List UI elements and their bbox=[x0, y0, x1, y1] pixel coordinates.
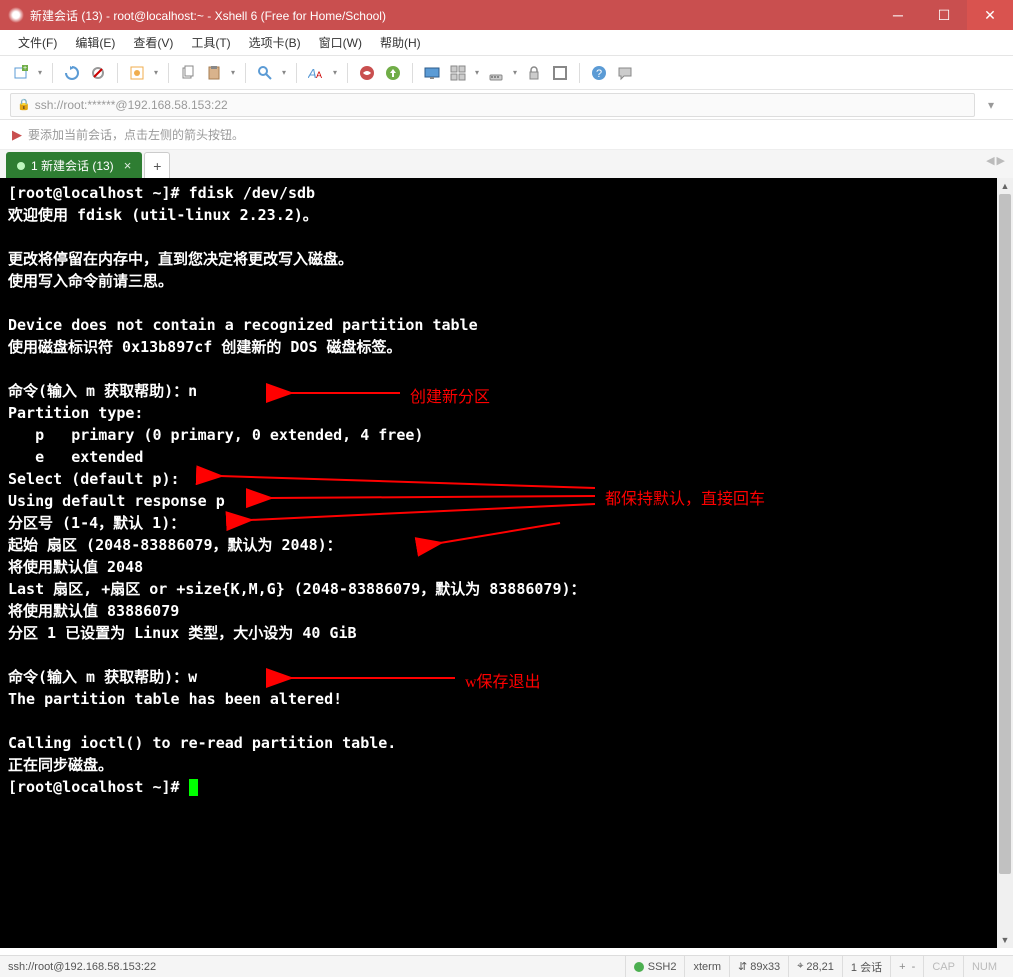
tab-label: 1 新建会话 (13) bbox=[31, 157, 114, 174]
tab-close-icon[interactable]: × bbox=[124, 158, 132, 173]
new-tab-button[interactable]: + bbox=[144, 152, 170, 178]
keylock-dd[interactable]: ▾ bbox=[511, 62, 519, 84]
minimize-button[interactable]: ─ bbox=[875, 0, 921, 30]
scroll-thumb[interactable] bbox=[999, 194, 1011, 874]
svg-text:A: A bbox=[316, 70, 322, 80]
menu-tools[interactable]: 工具(T) bbox=[183, 31, 238, 54]
terminal[interactable]: [root@localhost ~]# fdisk /dev/sdb 欢迎使用 … bbox=[0, 178, 997, 948]
menu-file[interactable]: 文件(F) bbox=[10, 31, 65, 54]
lock-icon: 🔒 bbox=[17, 98, 31, 111]
status-num: NUM bbox=[963, 956, 1005, 977]
flag-icon: ▶ bbox=[12, 127, 22, 143]
terminal-scrollbar[interactable]: ▲ ▼ bbox=[997, 178, 1013, 948]
hint-text: 要添加当前会话，点击左侧的箭头按钮。 bbox=[28, 126, 244, 143]
svg-text:?: ? bbox=[596, 68, 602, 80]
paste-dd[interactable]: ▾ bbox=[229, 62, 237, 84]
window-title: 新建会话 (13) - root@localhost:~ - Xshell 6 … bbox=[30, 7, 875, 24]
address-text: ssh://root:******@192.168.58.153:22 bbox=[35, 98, 228, 112]
status-pos: ⌖28,21 bbox=[788, 956, 842, 977]
tab-nav: ◀ ▶ bbox=[986, 154, 1005, 167]
titlebar: 新建会话 (13) - root@localhost:~ - Xshell 6 … bbox=[0, 0, 1013, 30]
address-input[interactable]: 🔒 ssh://root:******@192.168.58.153:22 bbox=[10, 93, 975, 117]
lock-icon[interactable] bbox=[523, 62, 545, 84]
properties-dd[interactable]: ▾ bbox=[152, 62, 160, 84]
menu-help[interactable]: 帮助(H) bbox=[372, 31, 429, 54]
status-spacer: + - bbox=[890, 956, 923, 977]
feedback-icon[interactable] bbox=[614, 62, 636, 84]
tab-session-1[interactable]: 1 新建会话 (13) × bbox=[6, 152, 142, 178]
disconnect-icon[interactable] bbox=[87, 62, 109, 84]
window-controls: ─ ☐ ✕ bbox=[875, 0, 1013, 30]
menu-edit[interactable]: 编辑(E) bbox=[67, 31, 123, 54]
toolbar: + ▾ ▾ ▾ ▾ AA ▾ ▾ ▾ ? bbox=[0, 56, 1013, 90]
reconnect-icon[interactable] bbox=[61, 62, 83, 84]
hintbar: ▶ 要添加当前会话，点击左侧的箭头按钮。 bbox=[0, 120, 1013, 150]
app-icon bbox=[8, 7, 24, 23]
tabstrip: 1 新建会话 (13) × + ◀ ▶ bbox=[0, 150, 1013, 178]
terminal-area: [root@localhost ~]# fdisk /dev/sdb 欢迎使用 … bbox=[0, 178, 1013, 948]
paste-icon[interactable] bbox=[203, 62, 225, 84]
scroll-down-icon[interactable]: ▼ bbox=[997, 932, 1013, 948]
properties-icon[interactable] bbox=[126, 62, 148, 84]
menubar: 文件(F) 编辑(E) 查看(V) 工具(T) 选项卡(B) 窗口(W) 帮助(… bbox=[0, 30, 1013, 56]
connection-dot-icon bbox=[17, 162, 25, 170]
tile-icon[interactable] bbox=[447, 62, 469, 84]
tab-prev-icon[interactable]: ◀ bbox=[986, 154, 994, 167]
menu-view[interactable]: 查看(V) bbox=[125, 31, 181, 54]
find-dd[interactable]: ▾ bbox=[280, 62, 288, 84]
xagent-icon[interactable] bbox=[356, 62, 378, 84]
status-dot-icon bbox=[634, 962, 644, 972]
font-icon[interactable]: AA bbox=[305, 62, 327, 84]
tile-dd[interactable]: ▾ bbox=[473, 62, 481, 84]
menu-tabs[interactable]: 选项卡(B) bbox=[241, 31, 309, 54]
help-icon[interactable]: ? bbox=[588, 62, 610, 84]
new-session-dd[interactable]: ▾ bbox=[36, 62, 44, 84]
xftp-icon[interactable] bbox=[382, 62, 404, 84]
scroll-track[interactable] bbox=[997, 194, 1013, 932]
status-path: ssh://root@192.168.58.153:22 bbox=[8, 961, 625, 973]
status-term: xterm bbox=[684, 956, 729, 977]
addressbar: 🔒 ssh://root:******@192.168.58.153:22 ▾ bbox=[0, 90, 1013, 120]
statusbar: ssh://root@192.168.58.153:22 SSH2 xterm … bbox=[0, 955, 1013, 977]
status-size: ⇵89x33 bbox=[729, 956, 788, 977]
copy-icon[interactable] bbox=[177, 62, 199, 84]
address-dropdown[interactable]: ▾ bbox=[979, 93, 1003, 117]
maximize-button[interactable]: ☐ bbox=[921, 0, 967, 30]
scroll-up-icon[interactable]: ▲ bbox=[997, 178, 1013, 194]
keylock-icon[interactable] bbox=[485, 62, 507, 84]
fullscreen-icon[interactable] bbox=[549, 62, 571, 84]
status-sessions: 1 会话 bbox=[842, 956, 890, 977]
close-button[interactable]: ✕ bbox=[967, 0, 1013, 30]
status-plus-icon[interactable]: + - bbox=[899, 961, 915, 973]
screen-icon[interactable] bbox=[421, 62, 443, 84]
svg-text:+: + bbox=[23, 65, 27, 72]
find-icon[interactable] bbox=[254, 62, 276, 84]
font-dd[interactable]: ▾ bbox=[331, 62, 339, 84]
status-cap: CAP bbox=[923, 956, 963, 977]
new-session-icon[interactable]: + bbox=[10, 62, 32, 84]
menu-window[interactable]: 窗口(W) bbox=[311, 31, 370, 54]
tab-next-icon[interactable]: ▶ bbox=[997, 154, 1005, 167]
status-proto: SSH2 bbox=[625, 956, 685, 977]
